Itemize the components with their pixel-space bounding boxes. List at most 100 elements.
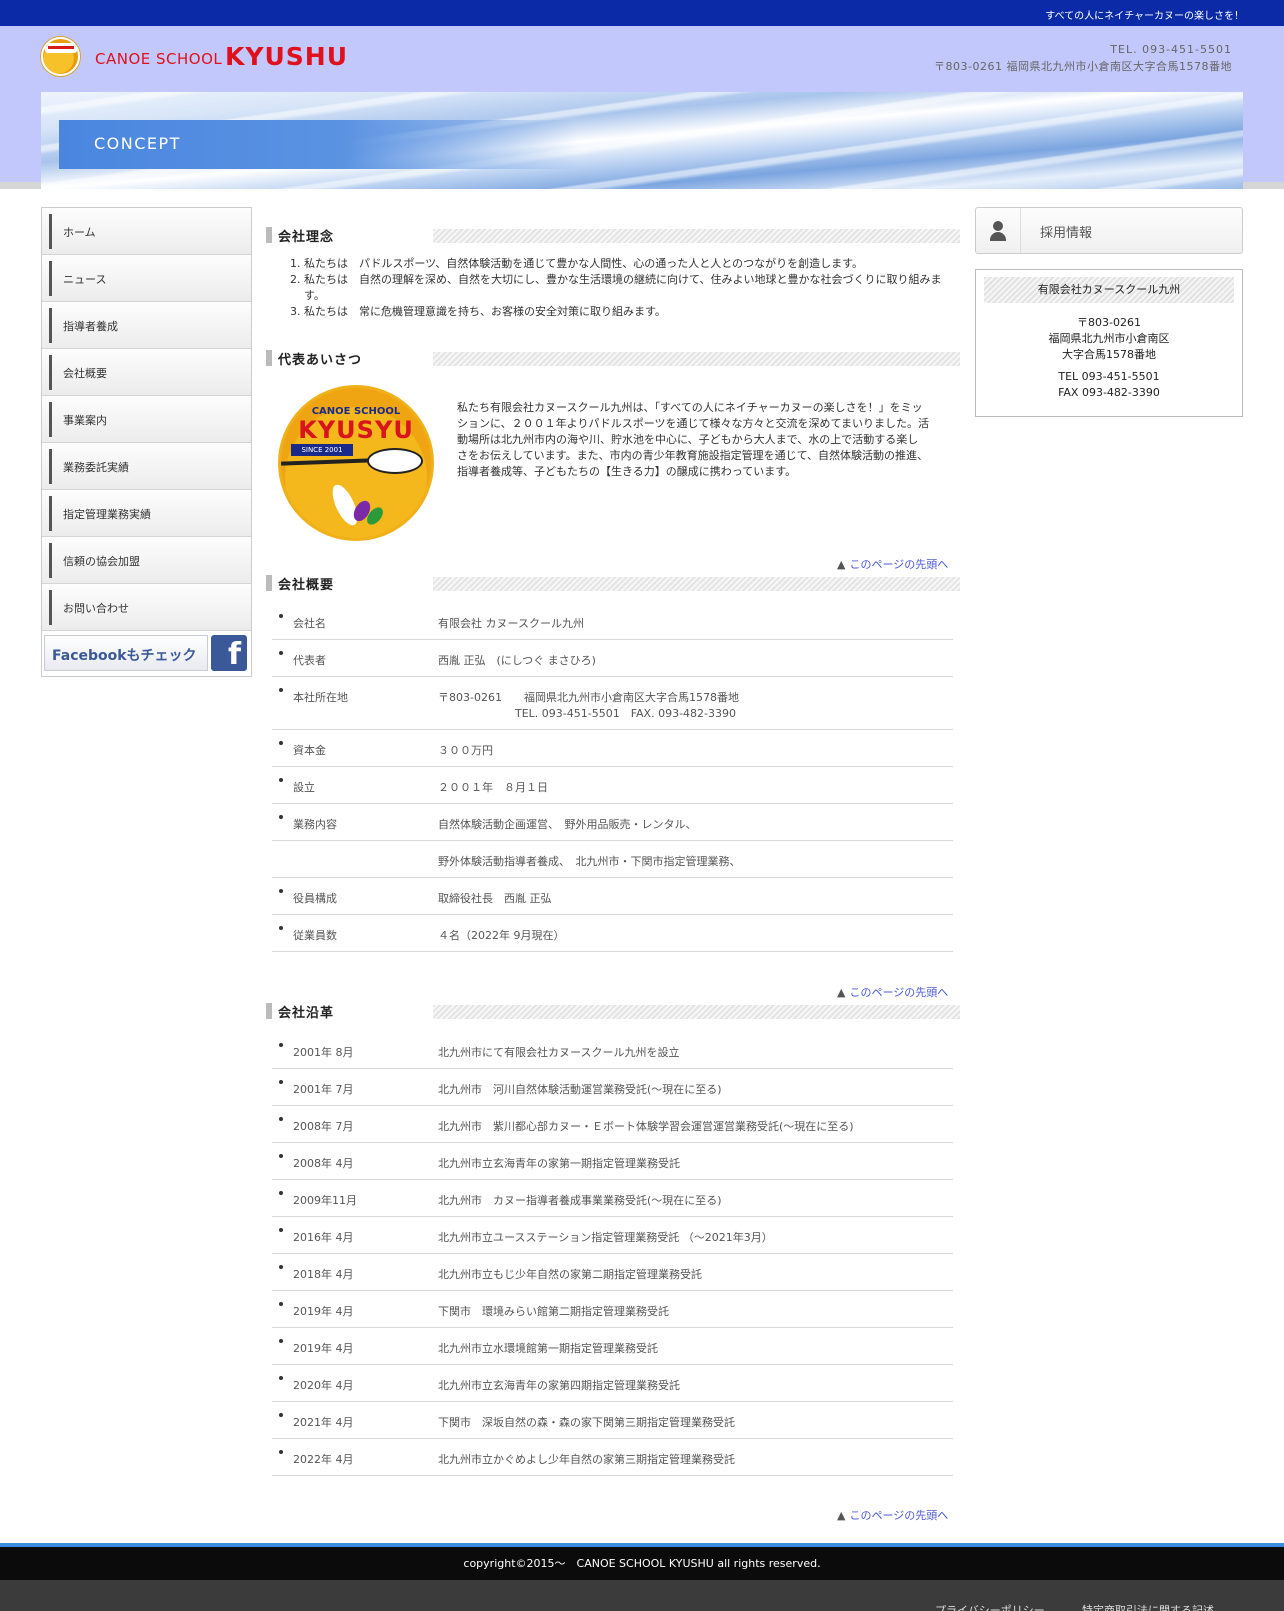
nav-item-label: 指定管理業務実績 (63, 508, 151, 521)
facebook-banner[interactable]: Facebookもチェック f (42, 631, 251, 676)
bullet-icon (279, 1228, 283, 1232)
row-value: 北九州市立もじ少年自然の家第二期指定管理業務受託 (438, 1268, 702, 1281)
row-label: 会社名 (293, 617, 326, 630)
bullet-icon (279, 1450, 283, 1454)
row-value: 北九州市立玄海青年の家第一期指定管理業務受託 (438, 1157, 680, 1170)
table-row: 2016年 4月 北九州市立ユースステーション指定管理業務受託 （〜2021年3月… (272, 1217, 953, 1254)
side-navigation: ホーム ニュース 指導者養成 会社概要 事業案内 業務委託実績 指定管理業務実績… (41, 207, 252, 677)
nav-item-instructor-training[interactable]: 指導者養成 (42, 302, 251, 349)
section-heading-greeting: 代表あいさつ (266, 350, 960, 368)
table-row: 2008年 7月 北九州市 紫川都心部カヌー・Ｅボート体験学習会運営運営業務受託(… (272, 1106, 953, 1143)
nav-item-company-overview[interactable]: 会社概要 (42, 349, 251, 396)
back-to-top-label: このページの先頭へ (849, 558, 949, 571)
person-icon (976, 208, 1021, 253)
row-value: ４名（2022年 9月現在） (438, 929, 565, 942)
table-row: 2008年 4月 北九州市立玄海青年の家第一期指定管理業務受託 (272, 1143, 953, 1180)
company-postal-code: 〒803-0261 (1077, 316, 1141, 329)
back-to-top-link[interactable]: ▲ このページの先頭へ (837, 984, 948, 1000)
row-value: 〒803-0261 福岡県北九州市小倉南区大字合馬1578番地 (438, 691, 739, 704)
nav-item-label: 信頼の協会加盟 (63, 555, 140, 568)
table-row: 業務内容 自然体験活動企画運営、 野外用品販売・レンタル、 (272, 804, 953, 841)
table-row: 2022年 4月 北九州市立かぐめよし少年自然の家第三期指定管理業務受託 (272, 1439, 953, 1476)
canoe-school-logo-image: CANOE SCHOOL KYUSYU SINCE 2001 (278, 385, 434, 541)
row-value: 野外体験活動指導者養成、 北九州市・下関市指定管理業務、 (438, 855, 741, 868)
row-label: 業務内容 (293, 818, 337, 831)
table-row: 2020年 4月 北九州市立玄海青年の家第四期指定管理業務受託 (272, 1365, 953, 1402)
bullet-icon (279, 1080, 283, 1084)
recruit-button[interactable]: 採用情報 (975, 207, 1243, 254)
footer-links-bar: プライバシーポリシー 特定商取引法に関する記述 (0, 1580, 1284, 1611)
bullet-icon (279, 1043, 283, 1047)
bullet-icon (279, 1154, 283, 1158)
row-label: 設立 (293, 781, 315, 794)
heading-bar (266, 227, 272, 243)
nav-item-label: 事業案内 (63, 414, 107, 427)
heading-stripes (433, 577, 960, 591)
table-row: 野外体験活動指導者養成、 北九州市・下関市指定管理業務、 (272, 841, 953, 878)
logo-text-kyushu[interactable]: KYUSHU (225, 42, 348, 71)
nav-item-associations[interactable]: 信頼の協会加盟 (42, 537, 251, 584)
logo-text-canoe-school[interactable]: CANOE SCHOOL (95, 50, 222, 68)
bullet-icon (279, 1302, 283, 1306)
footer-copyright: copyright©2015〜 CANOE SCHOOL KYUSHU all … (0, 1547, 1284, 1580)
nav-item-label: 指導者養成 (63, 320, 118, 333)
row-value: 自然体験活動企画運営、 野外用品販売・レンタル、 (438, 818, 697, 831)
row-label: 2022年 4月 (293, 1453, 354, 1466)
row-value: 北九州市 河川自然体験活動運営業務受託(〜現在に至る) (438, 1083, 722, 1096)
table-row: 2021年 4月 下関市 深坂自然の森・森の家下関第三期指定管理業務受託 (272, 1402, 953, 1439)
table-row: 資本金 ３００万円 (272, 730, 953, 767)
nav-item-contact[interactable]: お問い合わせ (42, 584, 251, 631)
bullet-icon (279, 741, 283, 745)
row-value: 有限会社 カヌースクール九州 (438, 617, 584, 630)
row-value-tel-fax: TEL. 093-451-5501 FAX. 093-482-3390 (515, 707, 737, 720)
paddle-blade-shape (367, 448, 423, 474)
nav-item-designated-management[interactable]: 指定管理業務実績 (42, 490, 251, 537)
philosophy-list: 私たちは パドルスポーツ、自然体験活動を通じて豊かな人間性、心の通った人と人との… (290, 256, 955, 320)
back-to-top-link[interactable]: ▲ このページの先頭へ (837, 556, 948, 572)
row-value: 北九州市立かぐめよし少年自然の家第三期指定管理業務受託 (438, 1453, 735, 1466)
row-label: 従業員数 (293, 929, 337, 942)
nav-item-home[interactable]: ホーム (42, 208, 251, 255)
section-title: 会社概要 (278, 578, 335, 593)
greeting-text: 私たち有限会社カヌースクール九州は、「すべての人にネイチャーカヌーの楽しさを！」… (457, 401, 930, 478)
row-value: 北九州市立ユースステーション指定管理業務受託 （〜2021年3月） (438, 1231, 773, 1244)
banner-title-box: CONCEPT (59, 120, 579, 169)
row-label: 2016年 4月 (293, 1231, 354, 1244)
table-row: 本社所在地 〒803-0261 福岡県北九州市小倉南区大字合馬1578番地 TEL.… (272, 677, 953, 730)
bullet-icon (279, 651, 283, 655)
up-arrow-icon: ▲ (837, 986, 846, 999)
philosophy-item: 私たちは 自然の理解を深め、自然を大切にし、豊かな生活環境の継続に向けて、住みよ… (304, 272, 955, 304)
company-fax: FAX 093-482-3390 (1058, 386, 1160, 399)
row-label: 本社所在地 (293, 691, 348, 704)
row-label: 2008年 7月 (293, 1120, 354, 1133)
back-to-top-label: このページの先頭へ (849, 1509, 949, 1522)
nav-item-news[interactable]: ニュース (42, 255, 251, 302)
company-address-line: 大字合馬1578番地 (1062, 348, 1156, 361)
commercial-law-link[interactable]: 特定商取引法に関する記述 (1082, 1602, 1214, 1611)
nav-item-business[interactable]: 事業案内 (42, 396, 251, 443)
bullet-icon (279, 1376, 283, 1380)
row-value: 北九州市立水環境館第一期指定管理業務受託 (438, 1342, 658, 1355)
table-row: 2009年11月 北九州市 カヌー指導者養成事業業務受託(〜現在に至る) (272, 1180, 953, 1217)
logo-icon[interactable] (41, 37, 80, 76)
row-value: 北九州市 紫川都心部カヌー・Ｅボート体験学習会運営運営業務受託(〜現在に至る) (438, 1120, 854, 1133)
tagline: すべての人にネイチャーカヌーの楽しさを！ (1045, 11, 1244, 22)
table-row: 役員構成 取締役社長 西胤 正弘 (272, 878, 953, 915)
heading-stripes (433, 352, 960, 366)
nav-item-label: ホーム (63, 226, 96, 239)
section-title: 会社沿革 (278, 1006, 335, 1021)
nav-item-label: お問い合わせ (63, 602, 129, 615)
nav-item-contract-results[interactable]: 業務委託実績 (42, 443, 251, 490)
row-label: 代表者 (293, 654, 326, 667)
back-to-top-link[interactable]: ▲ このページの先頭へ (837, 1507, 948, 1523)
privacy-policy-link[interactable]: プライバシーポリシー (935, 1602, 1045, 1611)
table-row: 2001年 7月 北九州市 河川自然体験活動運営業務受託(〜現在に至る) (272, 1069, 953, 1106)
logo-image-main-text: KYUSYU (298, 416, 414, 444)
row-value: 下関市 環境みらい館第二期指定管理業務受託 (438, 1305, 669, 1318)
bullet-icon (279, 815, 283, 819)
row-value: 取締役社長 西胤 正弘 (438, 892, 552, 905)
bullet-icon (279, 778, 283, 782)
company-tel: TEL 093-451-5501 (1058, 370, 1160, 383)
table-row: 従業員数 ４名（2022年 9月現在） (272, 915, 953, 952)
section-heading-history: 会社沿革 (266, 1003, 960, 1021)
